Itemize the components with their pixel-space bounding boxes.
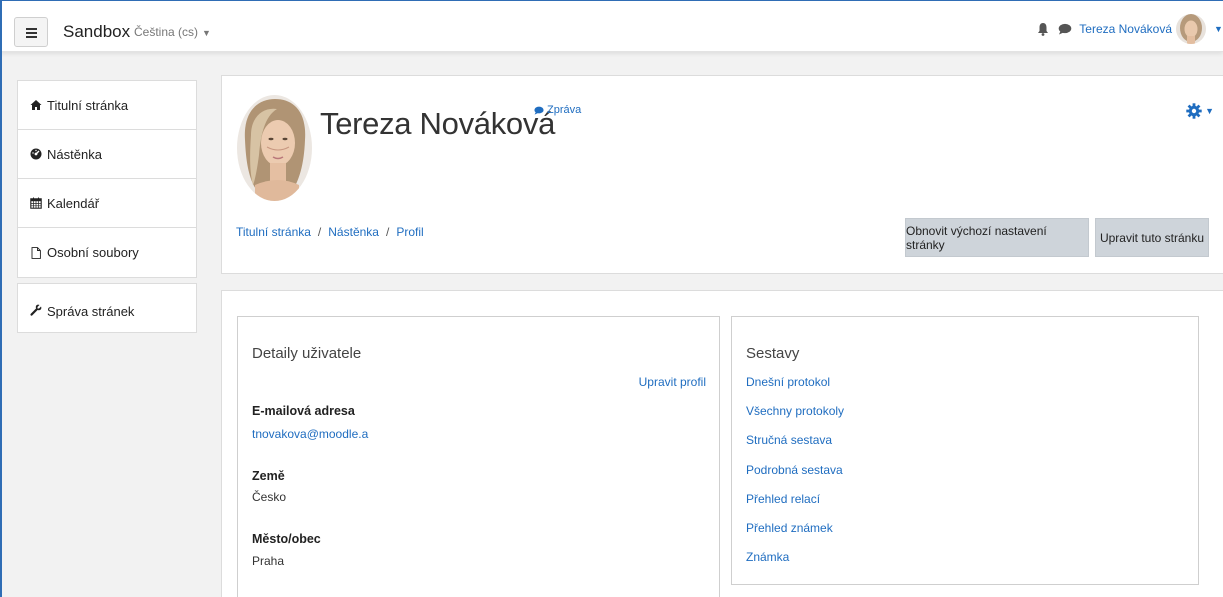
sidebar-item-label: Osobní soubory <box>47 245 139 260</box>
edit-profile-link[interactable]: Upravit profil <box>639 375 706 389</box>
breadcrumb-item-home[interactable]: Titulní stránka <box>236 225 311 239</box>
sidebar-nav-group: Titulní stránka Nástěnka Kalendář Osobní… <box>17 80 197 278</box>
user-menu-name[interactable]: Tereza Nováková <box>1079 22 1172 36</box>
page-header: Tereza Nováková Zpráva ▼ Titulní stránka… <box>221 75 1223 274</box>
sidebar-item-label: Kalendář <box>47 195 100 211</box>
email-label: E-mailová adresa <box>252 404 355 418</box>
user-details-title: Detaily uživatele <box>252 345 362 362</box>
caret-down-icon: ▼ <box>202 28 211 38</box>
reports-list: Dnešní protokol Všechny protokoly Stručn… <box>746 375 844 579</box>
user-navigation: Tereza Nováková ▼ <box>1037 14 1223 44</box>
message-link-label: Zpráva <box>547 104 582 116</box>
caret-down-icon: ▼ <box>1205 106 1214 116</box>
home-icon <box>30 100 42 110</box>
report-link-today-log[interactable]: Dnešní protokol <box>746 375 844 404</box>
language-label: Čeština (cs) <box>134 25 199 39</box>
file-icon <box>31 246 41 259</box>
sidebar: Titulní stránka Nástěnka Kalendář Osobní… <box>17 80 197 338</box>
city-label: Město/obec <box>252 532 321 546</box>
report-link-complete[interactable]: Podrobná sestava <box>746 463 844 492</box>
breadcrumb-item-dashboard[interactable]: Nástěnka <box>328 225 379 239</box>
report-link-all-logs[interactable]: Všechny protokoly <box>746 404 844 433</box>
edit-page-button[interactable]: Upravit tuto stránku <box>1095 218 1209 257</box>
sidebar-item-calendar[interactable]: Kalendář <box>18 179 196 228</box>
reports-panel: Sestavy Dnešní protokol Všechny protokol… <box>731 316 1199 585</box>
sidebar-item-label: Správa stránek <box>47 304 135 319</box>
site-brand[interactable]: Sandbox <box>63 22 130 42</box>
dashboard-icon <box>30 148 42 160</box>
chat-icon <box>534 106 544 115</box>
sidebar-item-private-files[interactable]: Osobní soubory <box>18 228 196 277</box>
report-link-outline[interactable]: Stručná sestava <box>746 433 844 462</box>
sidebar-item-site-admin[interactable]: Správa stránek <box>18 284 196 332</box>
caret-down-icon[interactable]: ▼ <box>1214 24 1223 34</box>
reset-page-button[interactable]: Obnovit výchozí nastavení stránky <box>905 218 1089 257</box>
language-menu[interactable]: Čeština (cs) ▼ <box>134 25 211 39</box>
chat-icon[interactable] <box>1058 23 1072 35</box>
breadcrumb-item-profile[interactable]: Profil <box>396 225 423 239</box>
window-frame-top <box>0 0 1223 1</box>
menu-toggle-button[interactable] <box>14 17 48 47</box>
user-avatar[interactable] <box>1176 14 1206 44</box>
user-details-panel: Detaily uživatele Upravit profil E-mailo… <box>237 316 720 597</box>
top-navbar: Sandbox Čeština (cs) ▼ Tereza Nováková ▼ <box>0 0 1223 52</box>
message-link[interactable]: Zpráva <box>534 104 581 116</box>
profile-picture <box>237 95 312 201</box>
country-value: Česko <box>252 490 287 504</box>
breadcrumb-separator: / <box>317 225 322 239</box>
country-label: Země <box>252 469 285 483</box>
city-value: Praha <box>252 554 285 568</box>
window-frame-left <box>0 0 2 597</box>
profile-content: Detaily uživatele Upravit profil E-mailo… <box>221 290 1223 597</box>
reports-title: Sestavy <box>746 345 800 362</box>
gear-icon <box>1186 103 1202 119</box>
calendar-icon <box>30 197 42 209</box>
report-link-grade[interactable]: Známka <box>746 550 844 579</box>
hamburger-icon <box>25 27 37 38</box>
breadcrumb: Titulní stránka / Nástěnka / Profil <box>236 225 424 239</box>
report-link-sessions[interactable]: Přehled relací <box>746 492 844 521</box>
sidebar-item-home[interactable]: Titulní stránka <box>18 81 196 130</box>
email-link[interactable]: tnovakova@moodle.a <box>252 427 368 441</box>
report-link-grades-overview[interactable]: Přehled známek <box>746 521 844 550</box>
sidebar-item-label: Titulní stránka <box>47 97 129 113</box>
sidebar-item-dashboard[interactable]: Nástěnka <box>18 130 196 179</box>
sidebar-item-label: Nástěnka <box>47 146 102 162</box>
page-actions-menu[interactable]: ▼ <box>1186 103 1214 119</box>
wrench-icon <box>30 304 42 316</box>
breadcrumb-separator: / <box>385 225 390 239</box>
bell-icon[interactable] <box>1037 22 1049 36</box>
sidebar-admin-group: Správa stránek <box>17 283 197 333</box>
page-title: Tereza Nováková <box>320 106 556 141</box>
